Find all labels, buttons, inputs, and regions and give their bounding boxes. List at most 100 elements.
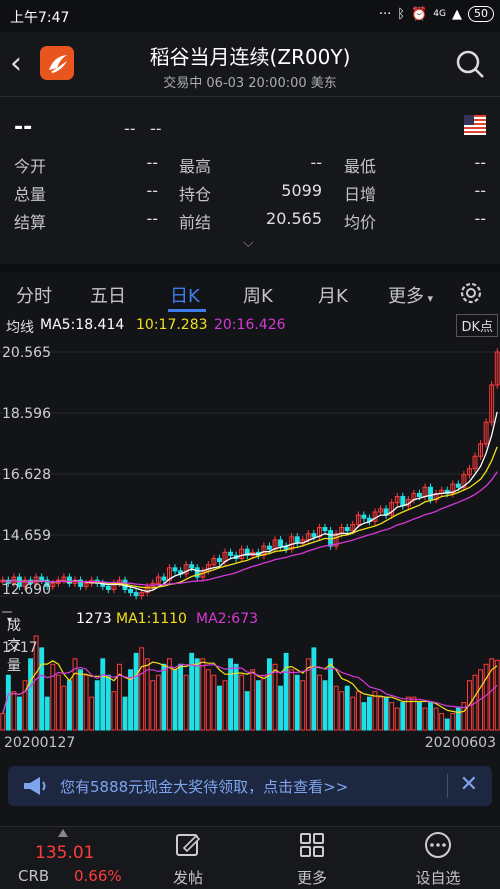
page-subtitle: 交易中 06-03 20:00:00 美东 (163, 76, 337, 91)
price-change: -- (124, 119, 136, 138)
tab-more[interactable]: 更多 ▾ (388, 282, 433, 308)
volume-bar (222, 680, 228, 731)
volume-bar (194, 658, 200, 731)
candle (128, 588, 134, 594)
ma-legend: 均线 MA5:18.414 10:17.283 20:16.426 DK点 (0, 312, 500, 340)
gear-icon[interactable] (458, 280, 484, 306)
dk-point-button[interactable]: DK点 (456, 314, 498, 337)
promo-divider (447, 774, 448, 798)
volume-ma2: MA2:673 (196, 611, 259, 627)
candle (417, 492, 422, 498)
price-change-pct: -- (150, 119, 162, 138)
volume-bar (333, 685, 339, 731)
volume-bar (233, 663, 239, 731)
volume-bar (161, 663, 167, 731)
date-axis: 20200127 20200603 (0, 732, 500, 756)
grid-icon (300, 833, 324, 857)
volume-indicator-select[interactable]: 成交量 ▾ (2, 611, 21, 674)
volume-bar (105, 674, 111, 731)
quote-label: 前结 (179, 213, 212, 232)
more-circle-icon (425, 832, 451, 858)
volume-bar (355, 691, 361, 731)
ma20-value: 20:16.426 (214, 317, 286, 333)
volume-bar (89, 696, 95, 731)
more-button[interactable]: 更多 (262, 827, 362, 889)
volume-bar (228, 658, 234, 731)
status-time: 上午7:47 (10, 10, 70, 26)
quote-value: 20.565 (266, 209, 322, 228)
candle (294, 536, 300, 544)
candle (344, 527, 350, 532)
quote-panel: -- -- -- 今开 -- 最高 -- 最低 -- 总量 -- 持仓 5099… (0, 96, 500, 264)
more-dots-icon: ··· (378, 6, 392, 22)
volume-bar (55, 674, 61, 731)
volume-bar (200, 658, 206, 731)
candle (172, 567, 178, 572)
volume-bar (5, 674, 11, 731)
date-start: 20200127 (4, 735, 76, 751)
volume-bar (155, 674, 161, 731)
top-nav: ‹ 稻谷当月连续(ZR00Y) 交易中 06-03 20:00:00 美东 (0, 32, 500, 96)
volume-bar (322, 680, 328, 731)
quote-grid: 今开 -- 最高 -- 最低 -- 总量 -- 持仓 5099 日增 -- 结算… (0, 153, 500, 237)
volume-bar (83, 674, 89, 731)
volume-bar (178, 663, 184, 731)
promo-text: 您有5888元现金大奖待领取，点击查看>> (60, 778, 349, 796)
close-icon[interactable]: ✕ (460, 772, 478, 797)
quote-value: -- (474, 181, 486, 200)
volume-bar (367, 696, 372, 731)
quote-label: 均价 (344, 213, 377, 232)
alarm-icon: ⏰ (411, 6, 428, 22)
caret-down-icon: ▾ (424, 292, 434, 305)
signal-label: 4G (433, 9, 446, 19)
quote-value: -- (146, 153, 158, 172)
tab-intraday[interactable]: 分时 (16, 282, 52, 308)
ma-title: 均线 (6, 320, 34, 336)
volume-bar (0, 713, 6, 731)
expand-chevron-icon[interactable]: ⌵ (243, 235, 254, 251)
volume-bar (294, 674, 300, 731)
volume-bar (44, 696, 50, 731)
tab-weekly-k[interactable]: 周K (243, 282, 273, 308)
volume-bar (389, 702, 395, 731)
index-pct: 0.66% (74, 867, 122, 885)
volume-bar (417, 702, 422, 731)
post-button[interactable]: 发帖 (138, 827, 238, 889)
y-tick-label: 14.659 (2, 528, 51, 544)
volume-bar (133, 652, 139, 731)
tab-monthly-k[interactable]: 月K (318, 282, 348, 308)
candle (39, 576, 45, 581)
promo-banner[interactable]: 您有5888元现金大奖待领取，点击查看>> ✕ (8, 766, 492, 806)
add-watchlist-button[interactable]: 设自选 (388, 827, 488, 889)
volume-bar (378, 696, 384, 731)
volume-bar (255, 680, 261, 731)
volume-bar (39, 647, 45, 731)
volume-bar (28, 658, 33, 731)
volume-bar (244, 691, 250, 731)
last-price: -- (14, 115, 33, 140)
volume-bar (94, 680, 100, 731)
tab-daily-k[interactable]: 日K (170, 282, 200, 308)
volume-bar (267, 658, 272, 731)
volume-bar (283, 652, 289, 731)
volume-bar (383, 696, 389, 731)
quote-label: 结算 (14, 213, 47, 232)
bluetooth-icon: ᛒ (397, 6, 406, 22)
volume-bar (439, 713, 445, 731)
tab-five-day[interactable]: 五日 (90, 282, 126, 308)
candle (105, 585, 111, 590)
search-icon[interactable] (454, 48, 486, 80)
volume-bar (11, 691, 17, 731)
volume-bar (239, 674, 245, 731)
index-ticker[interactable]: 135.01 CRB 0.66% (0, 827, 125, 889)
volume-bar (122, 696, 128, 731)
candlestick-chart[interactable]: 20.565 18.596 16.628 14.659 12.690 (0, 340, 500, 608)
volume-bar (67, 680, 72, 731)
candle (278, 539, 284, 547)
battery-icon: 50 (468, 6, 494, 22)
volume-value: 1273 (76, 611, 112, 627)
quote-row: 结算 -- 前结 20.565 均价 -- (0, 209, 500, 237)
volume-legend: 成交量 ▾ 1273 MA1:1110 MA2:673 (0, 608, 500, 674)
quote-label: 总量 (14, 185, 47, 204)
candle (400, 496, 406, 507)
